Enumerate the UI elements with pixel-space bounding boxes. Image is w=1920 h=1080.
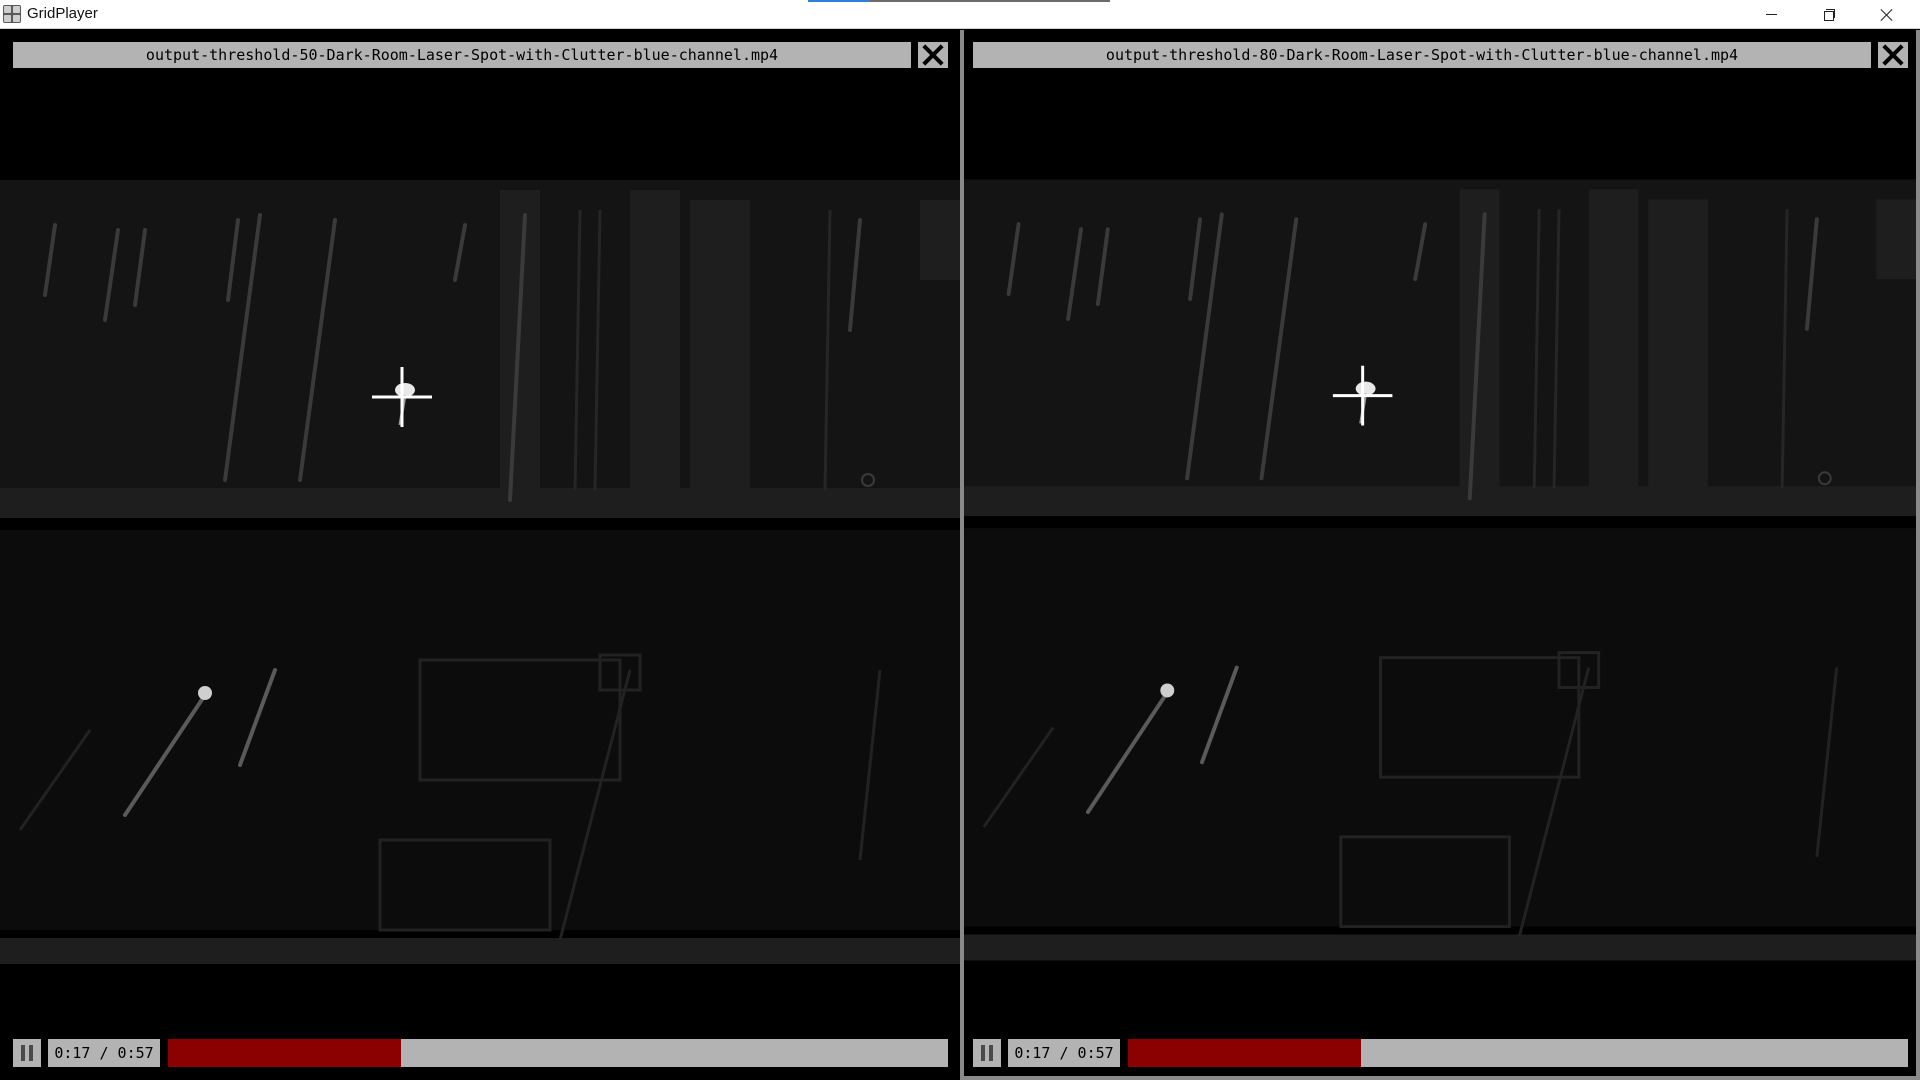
window-titlebar: GridPlayer <box>0 0 1920 29</box>
restore-icon <box>1823 9 1835 21</box>
video-pane-left[interactable]: output-threshold-50-Dark-Room-Laser-Spot… <box>0 30 960 1080</box>
close-icon <box>1880 8 1894 22</box>
time-display: 0:17 / 0:57 <box>1008 1039 1120 1067</box>
pause-icon <box>21 1045 25 1061</box>
time-display: 0:17 / 0:57 <box>48 1039 160 1067</box>
minimize-icon <box>1765 14 1777 15</box>
pause-button[interactable] <box>13 1039 41 1067</box>
seek-progress-fill <box>168 1039 401 1067</box>
video-frame <box>964 30 1916 1076</box>
window-close-button[interactable] <box>1858 0 1916 29</box>
titlebar-activity-indicator <box>808 0 1110 2</box>
restore-button[interactable] <box>1800 0 1858 29</box>
pause-icon <box>989 1045 993 1061</box>
video-frame <box>0 30 960 1080</box>
pause-button[interactable] <box>973 1039 1001 1067</box>
video-pane-right[interactable]: output-threshold-80-Dark-Room-Laser-Spot… <box>960 30 1920 1080</box>
filename-label: output-threshold-50-Dark-Room-Laser-Spot… <box>13 42 911 68</box>
video-surface-left[interactable] <box>0 30 960 1080</box>
minimize-button[interactable] <box>1742 0 1800 29</box>
seek-bar[interactable] <box>168 1039 948 1067</box>
seek-progress-fill <box>1128 1039 1361 1067</box>
playback-controls: 0:17 / 0:57 <box>973 1039 1908 1067</box>
grid-app-icon <box>3 5 21 23</box>
playback-controls: 0:17 / 0:57 <box>13 1039 948 1067</box>
close-icon <box>923 45 943 65</box>
video-surface-right[interactable] <box>964 30 1916 1076</box>
close-icon <box>1883 45 1903 65</box>
pause-icon <box>29 1045 33 1061</box>
window-title: GridPlayer <box>27 5 98 22</box>
seek-bar[interactable] <box>1128 1039 1908 1067</box>
pause-icon <box>981 1045 985 1061</box>
close-video-button[interactable] <box>918 42 948 68</box>
close-video-button[interactable] <box>1878 42 1908 68</box>
filename-label: output-threshold-80-Dark-Room-Laser-Spot… <box>973 42 1871 68</box>
